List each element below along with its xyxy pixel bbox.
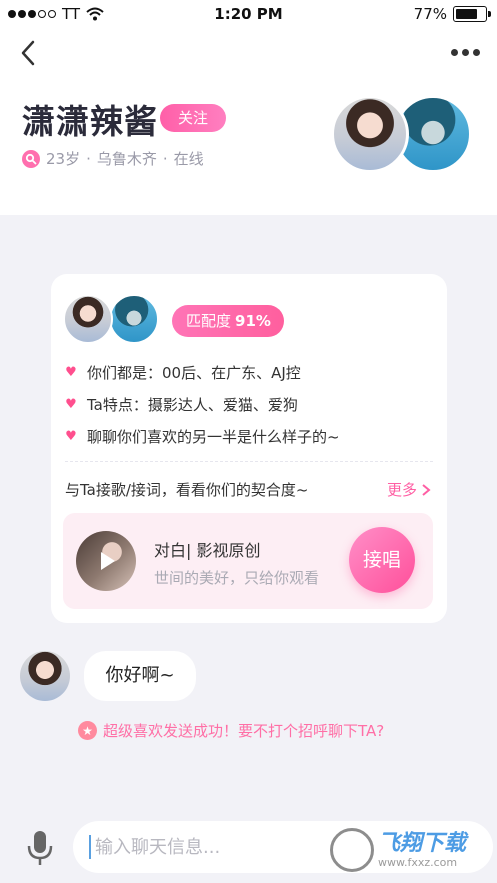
profile-header: TT 1:20 PM 77% 潇潇辣酱 关注 23岁 · 乌鲁木齐 · 在线 bbox=[0, 0, 497, 215]
battery-percent: 77% bbox=[413, 5, 447, 23]
song-title: 对白| 影视原创 bbox=[154, 541, 261, 560]
chat-avatar[interactable] bbox=[20, 651, 70, 701]
watermark: 飞翔下载 www.fxxz.com bbox=[330, 823, 490, 877]
profile-status: 在线 bbox=[173, 150, 204, 168]
profile-city: 乌鲁木齐 bbox=[96, 150, 157, 168]
more-button[interactable] bbox=[451, 42, 483, 62]
sing-button[interactable]: 接唱 bbox=[349, 527, 415, 593]
trait-item: ♥ 你们都是：00后、在广东、AJ控 bbox=[65, 364, 301, 382]
song-item[interactable]: 对白| 影视原创 世间的美好，只给你观看 接唱 bbox=[63, 513, 433, 609]
profile-meta: 23岁 · 乌鲁木齐 · 在线 bbox=[22, 148, 204, 169]
trait-item: ♥ 聊聊你们喜欢的另一半是什么样子的~ bbox=[65, 428, 340, 446]
profile-name: 潇潇辣酱 bbox=[22, 102, 158, 141]
heart-icon: ♥ bbox=[65, 397, 77, 412]
song-subtitle: 世间的美好，只给你观看 bbox=[154, 569, 320, 587]
back-button[interactable] bbox=[14, 38, 44, 68]
divider bbox=[65, 461, 433, 462]
heart-icon: ♥ bbox=[65, 429, 77, 444]
system-message: ★ 超级喜欢发送成功！要不打个招呼聊下TA? bbox=[78, 720, 384, 741]
song-cover[interactable] bbox=[76, 531, 136, 591]
gender-icon bbox=[22, 149, 40, 168]
more-link[interactable]: 更多 bbox=[387, 479, 431, 500]
trait-item: ♥ Ta特点：摄影达人、爱猫、爱狗 bbox=[65, 396, 298, 414]
microphone-icon bbox=[27, 831, 53, 865]
battery-icon bbox=[453, 6, 491, 22]
more-dots-icon bbox=[451, 48, 458, 56]
profile-age: 23岁 bbox=[46, 150, 81, 168]
chevron-left-icon bbox=[21, 40, 35, 66]
follow-button[interactable]: 关注 bbox=[160, 104, 226, 132]
card-user-avatar bbox=[63, 294, 113, 344]
text-caret bbox=[89, 835, 91, 859]
match-card: 匹配度 91% ♥ 你们都是：00后、在广东、AJ控 ♥ Ta特点：摄影达人、爱猫… bbox=[51, 274, 447, 623]
card-partner-avatar bbox=[109, 294, 159, 344]
voice-button[interactable] bbox=[24, 828, 56, 868]
star-icon: ★ bbox=[78, 721, 97, 740]
sing-prompt: 与Ta接歌/接词，看看你们的契合度~ bbox=[65, 481, 309, 499]
match-badge: 匹配度 91% bbox=[172, 305, 284, 337]
play-icon bbox=[101, 552, 115, 570]
user-avatar[interactable] bbox=[331, 95, 409, 173]
status-bar: TT 1:20 PM 77% bbox=[0, 0, 497, 30]
match-value: 91% bbox=[235, 312, 271, 330]
chevron-right-icon bbox=[422, 483, 431, 496]
chat-bubble: 你好啊~ bbox=[84, 651, 196, 701]
heart-icon: ♥ bbox=[65, 365, 77, 380]
watermark-logo-icon bbox=[330, 828, 374, 872]
